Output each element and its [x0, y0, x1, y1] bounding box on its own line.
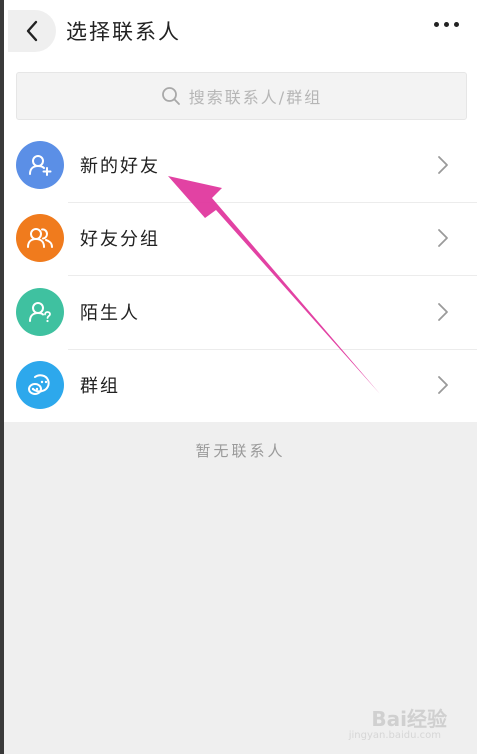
list-item-label: 新的好友: [80, 155, 160, 177]
empty-state-text: 暂无联系人: [195, 442, 286, 460]
contact-category-list: 新的好友 好友分组 陌生人 群组: [4, 128, 477, 422]
friend-group-icon: [16, 214, 64, 263]
more-dot: [444, 22, 449, 27]
screen: 选择联系人 搜索联系人/群组 新的好友 好友分组 陌生人 群组 暂无联系人 Ba…: [0, 0, 477, 754]
stranger-icon: [16, 287, 64, 336]
list-item-friend-groups[interactable]: 好友分组: [4, 201, 477, 276]
chevron-left-icon: [26, 20, 38, 42]
search-area: 搜索联系人/群组: [4, 62, 477, 128]
watermark-url: jingyan.baidu.com: [348, 730, 441, 741]
add-friend-icon: [16, 140, 64, 189]
list-item-label: 陌生人: [80, 302, 140, 324]
list-item-strangers[interactable]: 陌生人: [4, 275, 477, 349]
search-placeholder: 搜索联系人/群组: [188, 88, 323, 107]
list-item-new-friends[interactable]: 新的好友: [4, 128, 477, 202]
chevron-right-icon: [438, 302, 448, 321]
chevron-right-icon: [438, 229, 448, 248]
chevron-right-icon: [438, 376, 448, 395]
more-dot: [454, 22, 459, 27]
page-title: 选择联系人: [66, 20, 181, 44]
list-item-label: 群组: [80, 376, 120, 398]
chevron-right-icon: [438, 155, 448, 174]
group-chat-icon: [16, 361, 64, 410]
header-bar: 选择联系人: [4, 0, 477, 62]
list-item-label: 好友分组: [80, 229, 160, 251]
more-dot: [434, 22, 439, 27]
back-button[interactable]: [8, 10, 56, 52]
list-item-groups[interactable]: 群组: [4, 348, 477, 423]
search-input[interactable]: 搜索联系人/群组: [16, 72, 467, 120]
search-icon: [161, 87, 180, 105]
more-button[interactable]: [434, 22, 459, 27]
watermark-logo: Bai经验: [371, 707, 447, 731]
